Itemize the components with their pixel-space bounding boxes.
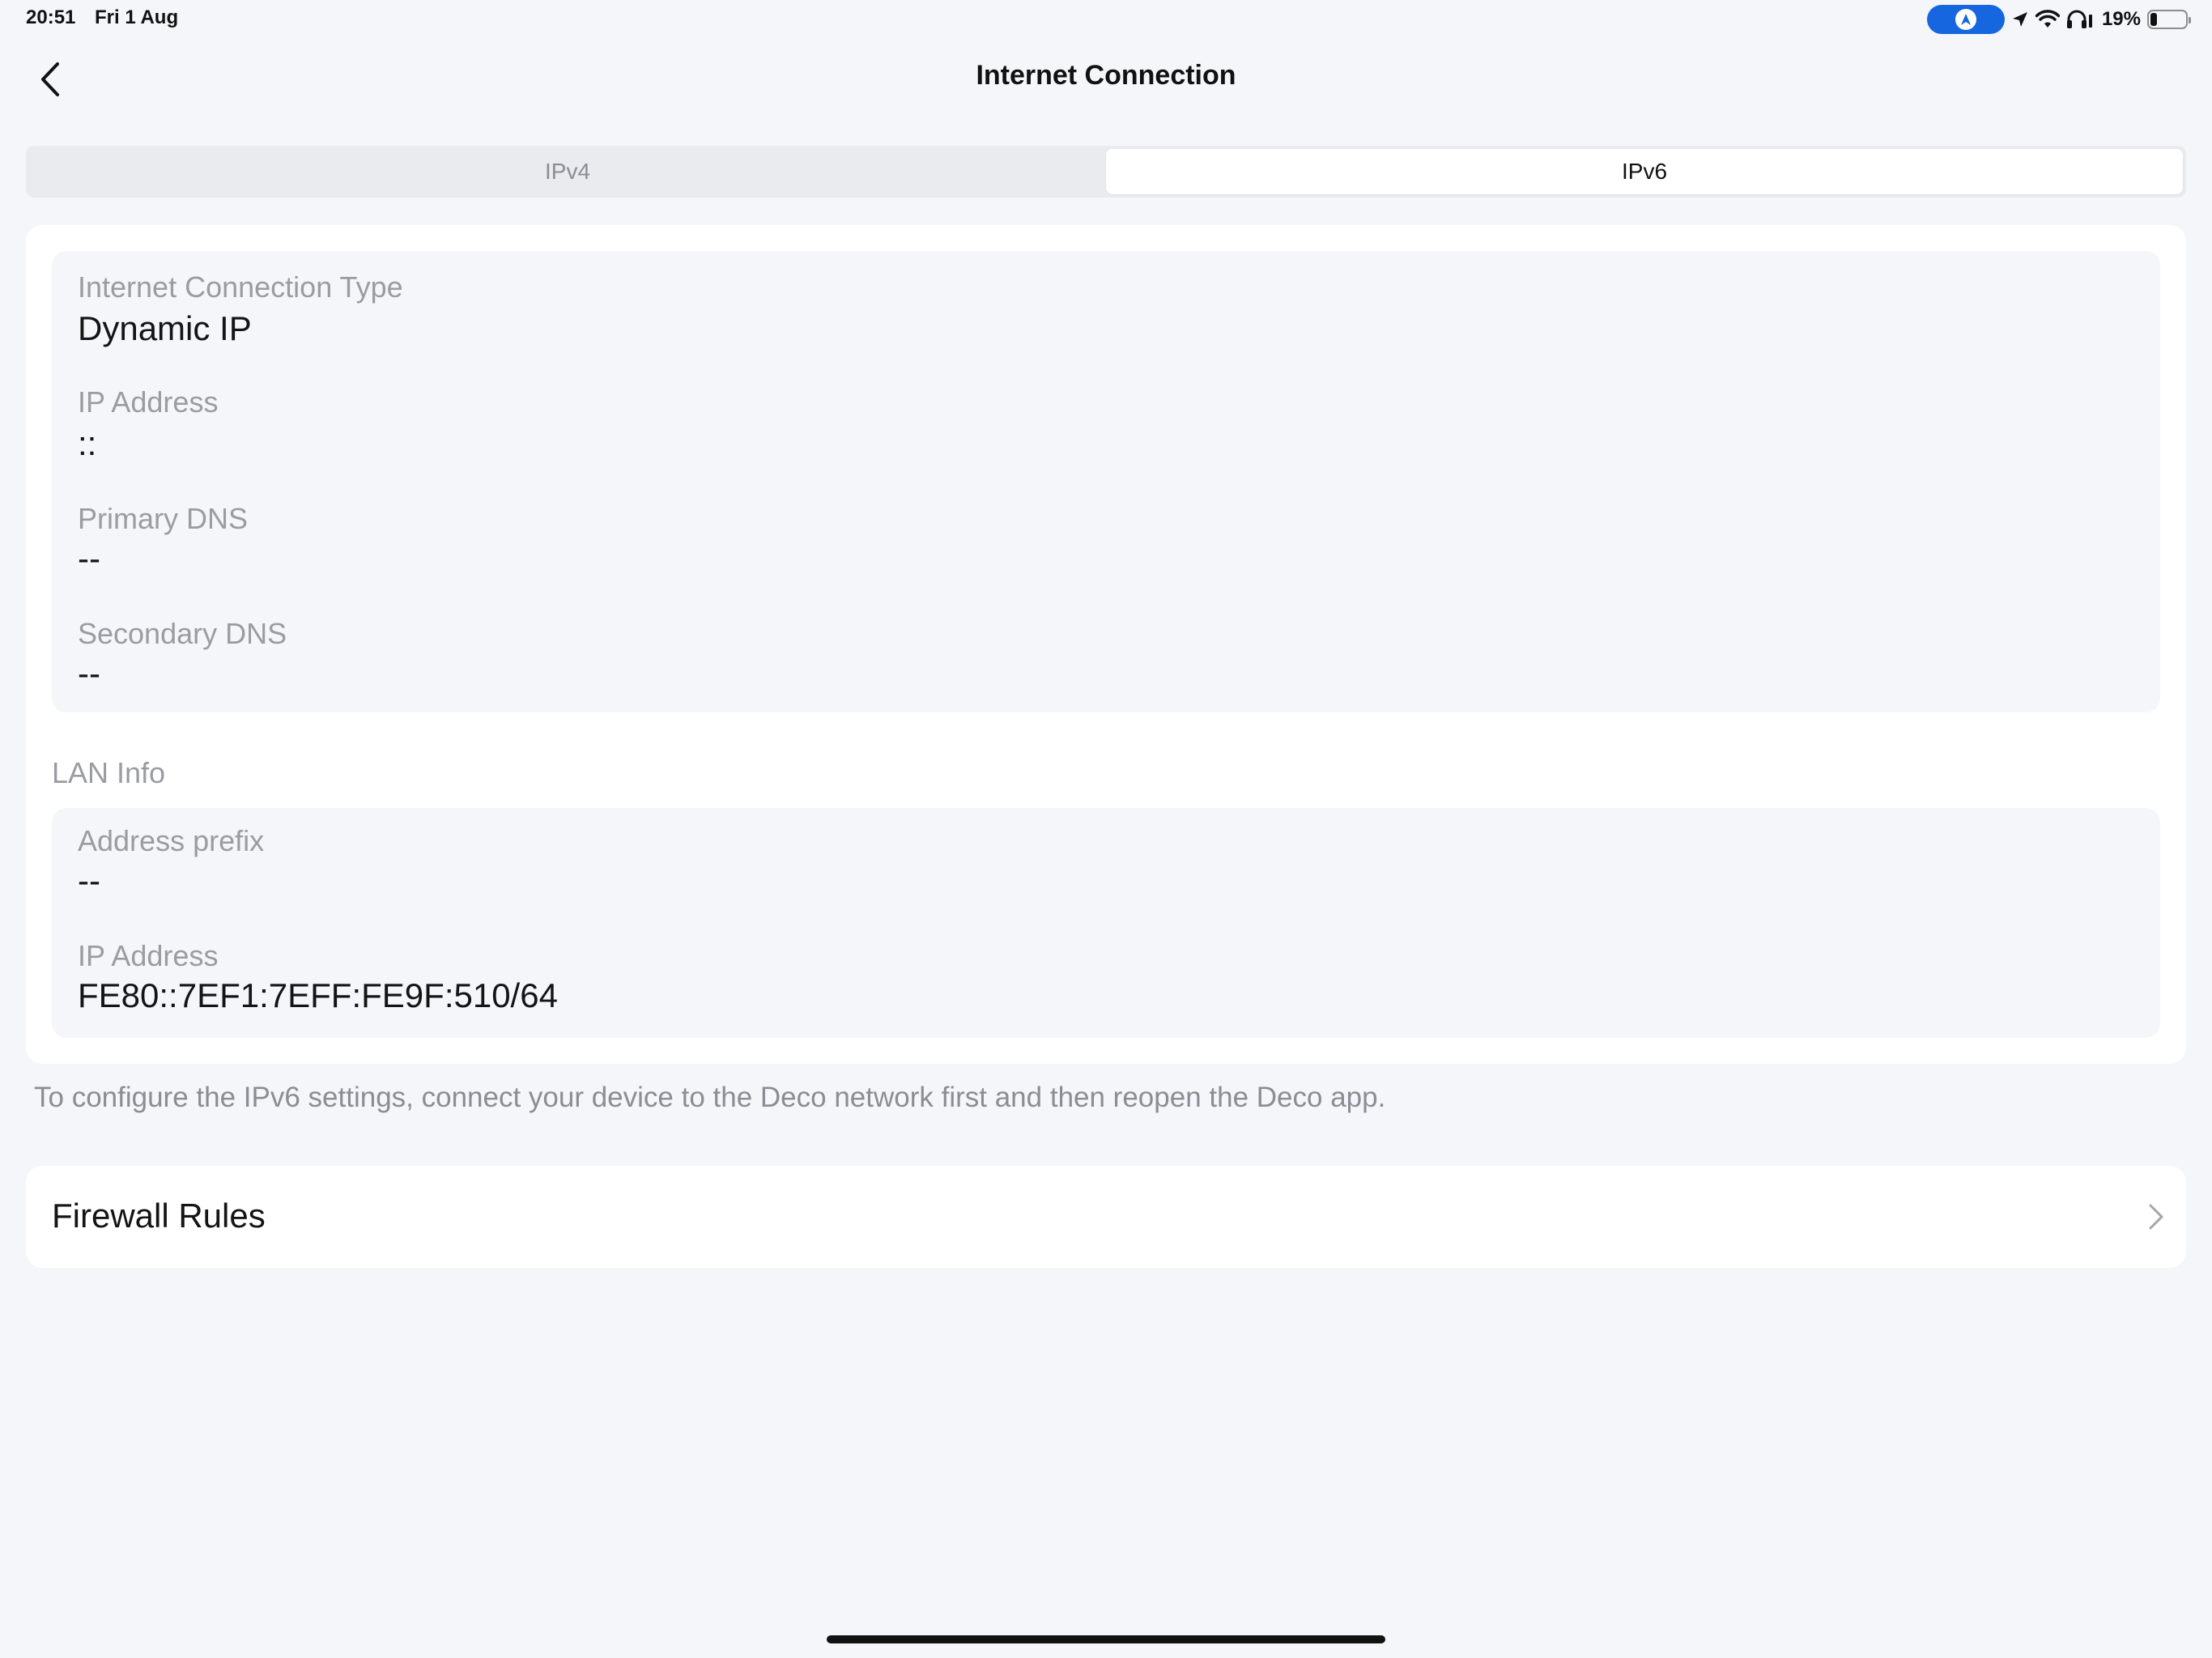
tab-ipv6[interactable]: IPv6 [1106, 149, 2183, 194]
secondary-dns-value: -- [78, 654, 100, 692]
battery-level-fill [2150, 13, 2157, 26]
ip-address-label: IP Address [78, 385, 219, 419]
home-indicator[interactable] [827, 1635, 1385, 1643]
ip-version-tabs: IPv4 IPv6 [26, 146, 2186, 198]
address-prefix-value: -- [78, 861, 100, 899]
lan-ip-address-label: IP Address [78, 939, 219, 972]
ipv6-info-card: Internet Connection Type Dynamic IP IP A… [26, 225, 2186, 1064]
firewall-rules-row[interactable]: Firewall Rules [26, 1166, 2186, 1268]
address-prefix-label: Address prefix [78, 824, 265, 857]
headphones-icon [2066, 10, 2094, 29]
firewall-rules-label: Firewall Rules [52, 1197, 266, 1235]
connection-type-value: Dynamic IP [78, 309, 252, 347]
primary-dns-value: -- [78, 539, 100, 577]
page-title: Internet Connection [976, 60, 1236, 91]
status-bar: 20:51 Fri 1 Aug 19% [0, 0, 2212, 40]
primary-dns-label: Primary DNS [78, 502, 249, 535]
battery-percent: 19% [2101, 8, 2141, 30]
chevron-right-icon [2149, 1204, 2163, 1230]
secondary-dns-label: Secondary DNS [78, 617, 287, 650]
lan-info-header: LAN Info [52, 756, 166, 789]
status-indicators: 19% [1926, 5, 2191, 34]
wifi-icon [2035, 10, 2060, 29]
wan-info-group: Internet Connection Type Dynamic IP IP A… [52, 251, 2160, 712]
status-time: 20:51 [26, 6, 76, 28]
location-arrow-icon [2011, 11, 2029, 28]
battery-icon [2147, 10, 2191, 29]
ip-address-value: :: [78, 424, 97, 462]
tab-ipv4[interactable]: IPv4 [29, 149, 1106, 194]
navigation-pill-icon[interactable] [1926, 5, 2005, 34]
status-date: Fri 1 Aug [95, 6, 179, 28]
ipv6-config-note: To configure the IPv6 settings, connect … [34, 1082, 1386, 1113]
lan-ip-address-value: FE80::7EF1:7EFF:FE9F:510/64 [78, 976, 558, 1014]
connection-type-label: Internet Connection Type [78, 270, 403, 304]
lan-info-group: Address prefix -- IP Address FE80::7EF1:… [52, 808, 2160, 1038]
